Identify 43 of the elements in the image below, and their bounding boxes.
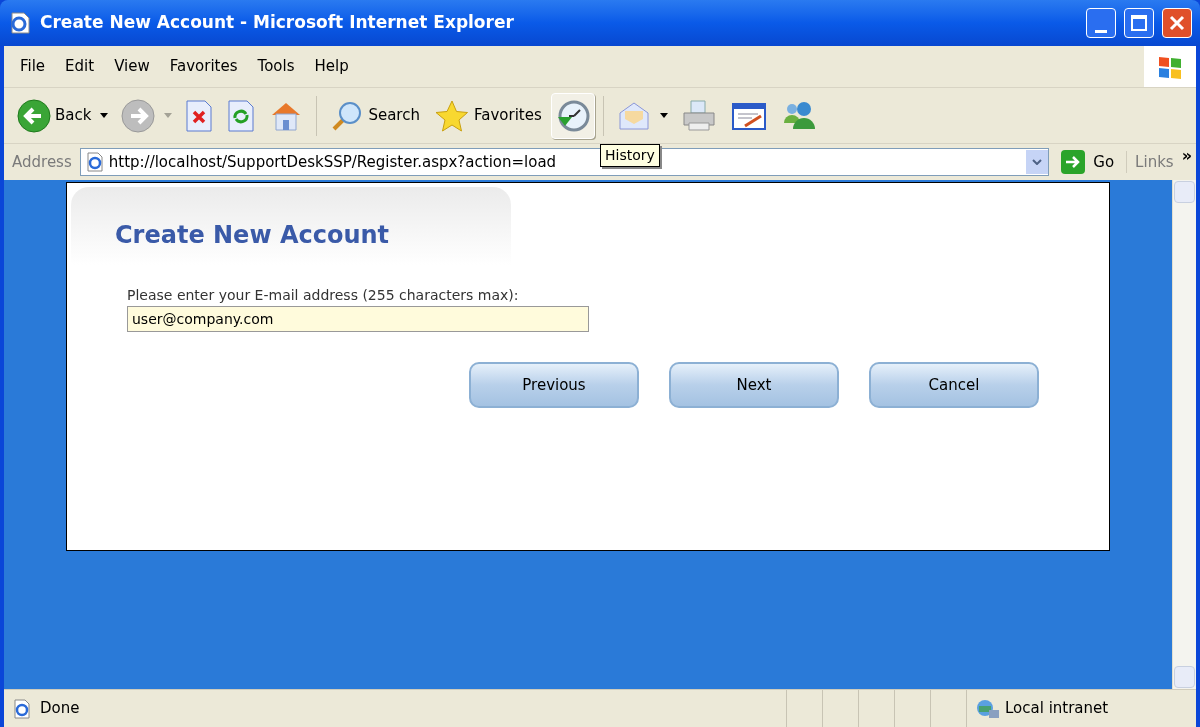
menu-item[interactable]: View [106, 55, 158, 78]
menu-item[interactable]: Help [306, 55, 357, 78]
close-button[interactable] [1162, 8, 1192, 38]
page-icon [12, 698, 32, 719]
dropdown-caret-icon[interactable] [100, 113, 109, 118]
email-field[interactable]: user@company.com [127, 306, 589, 332]
status-text: Done [40, 698, 80, 720]
chevron-button[interactable]: » [1181, 144, 1192, 168]
minimize-button[interactable] [1086, 8, 1116, 38]
menu-item[interactable]: File [12, 55, 54, 78]
dropdown-button[interactable] [1026, 150, 1049, 174]
toolbar-button[interactable] [550, 92, 595, 139]
browser-page-icon [8, 11, 32, 35]
links-label[interactable]: Links [1126, 150, 1178, 174]
toolbar-button[interactable]: Search [325, 92, 425, 139]
tooltip: History [600, 144, 660, 167]
menu-item[interactable]: Tools [249, 55, 303, 78]
menu-item[interactable]: Favorites [161, 55, 246, 78]
zone-text: Local intranet [1005, 698, 1109, 720]
wizard-button[interactable]: Next [669, 362, 839, 408]
wizard-button[interactable]: Previous [469, 362, 639, 408]
dropdown-caret-icon[interactable] [659, 113, 668, 118]
maximize-button[interactable] [1124, 8, 1154, 38]
clock-icon [555, 98, 590, 133]
window-title: Create New Account - Microsoft Internet Explorer [40, 11, 515, 35]
toolbar-button[interactable]: Back [12, 92, 97, 139]
network-globe-icon [975, 697, 1001, 720]
address-label: Address [11, 151, 73, 173]
email-prompt: Please enter your E-mail address (255 characters max): [127, 286, 520, 305]
menu-item[interactable]: Edit [57, 55, 103, 78]
chevron-down-icon [1032, 159, 1043, 165]
stop-page-icon [185, 98, 214, 133]
close-icon [1169, 15, 1185, 31]
scrollbar[interactable] [1172, 180, 1196, 689]
go-button[interactable]: Go [1053, 150, 1123, 174]
printer-icon [680, 98, 717, 133]
star-icon [433, 98, 470, 133]
arrow-right-icon [1065, 155, 1082, 169]
wizard-button[interactable]: Cancel [869, 362, 1039, 408]
page-title: Create New Account [115, 220, 390, 251]
page-icon [84, 152, 105, 172]
toolbar-button[interactable]: Favorites [428, 92, 547, 139]
refresh-page-icon [227, 98, 256, 133]
